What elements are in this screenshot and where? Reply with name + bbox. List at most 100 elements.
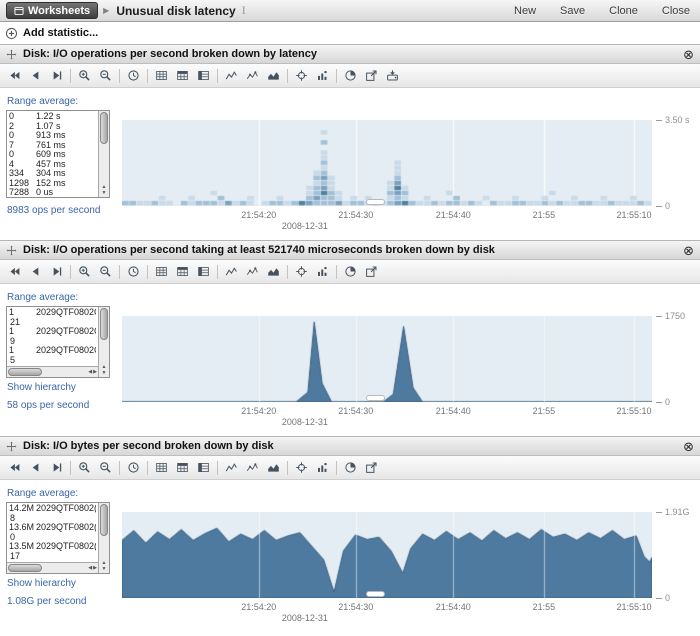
- time-axis-handle[interactable]: [366, 199, 385, 205]
- list-item[interactable]: 334304 ms: [9, 169, 96, 179]
- list-item[interactable]: 0913 ms: [9, 131, 96, 141]
- move-icon[interactable]: [6, 49, 17, 60]
- time-range-button[interactable]: [123, 67, 144, 85]
- chart-layered-button[interactable]: [263, 459, 284, 477]
- zoom-in-button[interactable]: [74, 67, 95, 85]
- worksheet-title[interactable]: Unusual disk latency: [116, 4, 235, 18]
- list-item[interactable]: 01.22 s: [9, 112, 96, 122]
- list-item-wrap[interactable]: 8: [9, 514, 96, 524]
- new-button[interactable]: New: [514, 5, 536, 17]
- export-button[interactable]: [361, 459, 382, 477]
- time-axis-handle[interactable]: [366, 395, 385, 401]
- scrollbar-arrows[interactable]: ▲▼: [99, 184, 109, 196]
- zoom-out-button[interactable]: [95, 263, 116, 281]
- scrollbar-arrows[interactable]: ▲▼: [99, 560, 109, 572]
- vertical-scrollbar[interactable]: ▲▼: [98, 307, 109, 377]
- time-range-button[interactable]: [123, 263, 144, 281]
- list-item[interactable]: 13.5M2029QTF0802(: [9, 542, 96, 552]
- breakdown-listbox[interactable]: ▲▼ ◀▶ 12029QTF0802QCK(2112029QTF0802QCK(…: [6, 306, 110, 378]
- latency-heatmap-chart[interactable]: [122, 120, 652, 206]
- chart-layered-button[interactable]: [263, 263, 284, 281]
- chart-line-button[interactable]: [221, 263, 242, 281]
- pan-right-button[interactable]: [46, 459, 67, 477]
- list-item[interactable]: 7761 ms: [9, 141, 96, 151]
- list-item[interactable]: 21.07 s: [9, 122, 96, 132]
- panel-close-icon[interactable]: ⊗: [683, 440, 694, 453]
- add-icon[interactable]: [5, 27, 18, 40]
- move-icon[interactable]: [6, 245, 17, 256]
- chart-interpolated-button[interactable]: [242, 459, 263, 477]
- list-item[interactable]: 12029QTF0802QCK(: [9, 327, 96, 337]
- step-back-button[interactable]: [4, 459, 25, 477]
- pan-right-button[interactable]: [46, 67, 67, 85]
- outliers-button[interactable]: [312, 459, 333, 477]
- list-item[interactable]: 72880 us: [9, 188, 96, 198]
- list-item[interactable]: 1298152 ms: [9, 179, 96, 189]
- list-item[interactable]: 12029QTF0802QCK(: [9, 308, 96, 318]
- horizontal-scrollbar[interactable]: ◀▶: [7, 366, 98, 377]
- pan-right-button[interactable]: [46, 263, 67, 281]
- list-item-wrap[interactable]: 9: [9, 337, 96, 347]
- time-axis-handle[interactable]: [366, 591, 385, 597]
- pie-button[interactable]: [340, 263, 361, 281]
- zoom-out-button[interactable]: [95, 67, 116, 85]
- scrollbar-thumb[interactable]: [100, 504, 108, 536]
- breakdown-listbox[interactable]: ▲▼ 01.22 s21.07 s0913 ms7761 ms0609 ms44…: [6, 110, 110, 198]
- list-item[interactable]: 12029QTF0802QCK(: [9, 346, 96, 356]
- pan-left-button[interactable]: [25, 67, 46, 85]
- table-values-button[interactable]: [151, 263, 172, 281]
- list-item-wrap[interactable]: 21: [9, 318, 96, 328]
- chart-line-button[interactable]: [221, 459, 242, 477]
- pan-left-button[interactable]: [25, 459, 46, 477]
- list-item[interactable]: 13.6M2029QTF0802(: [9, 523, 96, 533]
- panel-close-icon[interactable]: ⊗: [683, 244, 694, 257]
- scrollbar-arrows[interactable]: ▲▼: [99, 364, 109, 376]
- step-back-button[interactable]: [4, 263, 25, 281]
- close-button[interactable]: Close: [662, 5, 690, 17]
- pie-button[interactable]: [340, 459, 361, 477]
- show-hierarchy-link[interactable]: Show hierarchy: [7, 578, 116, 589]
- table-hierarchy-button[interactable]: [193, 67, 214, 85]
- show-hierarchy-link[interactable]: Show hierarchy: [7, 382, 116, 393]
- list-item-wrap[interactable]: 17: [9, 552, 96, 562]
- vertical-scrollbar[interactable]: ▲▼: [98, 503, 109, 573]
- pie-button[interactable]: [340, 67, 361, 85]
- table-hierarchy-button[interactable]: [193, 459, 214, 477]
- save-button[interactable]: Save: [560, 5, 585, 17]
- table-quantized-button[interactable]: [172, 67, 193, 85]
- chart-line-button[interactable]: [221, 67, 242, 85]
- scrollbar-arrows[interactable]: ◀▶: [88, 367, 97, 377]
- chart-interpolated-button[interactable]: [242, 263, 263, 281]
- clone-button[interactable]: Clone: [609, 5, 638, 17]
- export-button[interactable]: [361, 67, 382, 85]
- panel-close-icon[interactable]: ⊗: [683, 48, 694, 61]
- scrollbar-arrows[interactable]: ◀▶: [88, 563, 97, 573]
- step-back-button[interactable]: [4, 67, 25, 85]
- scrollbar-thumb[interactable]: [8, 564, 42, 572]
- list-item[interactable]: 14.2M2029QTF0802(: [9, 504, 96, 514]
- move-icon[interactable]: [6, 441, 17, 452]
- export-button[interactable]: [361, 263, 382, 281]
- scrollbar-thumb[interactable]: [100, 112, 108, 144]
- list-item-wrap[interactable]: 0: [9, 533, 96, 543]
- vertical-scrollbar[interactable]: ▲▼: [98, 111, 109, 197]
- table-quantized-button[interactable]: [172, 459, 193, 477]
- outliers-button[interactable]: [312, 67, 333, 85]
- chart-layered-button[interactable]: [263, 67, 284, 85]
- horizontal-scrollbar[interactable]: ◀▶: [7, 562, 98, 573]
- zoom-out-button[interactable]: [95, 459, 116, 477]
- time-range-button[interactable]: [123, 459, 144, 477]
- list-item[interactable]: 4457 ms: [9, 160, 96, 170]
- add-statistic-label[interactable]: Add statistic...: [23, 27, 98, 39]
- worksheets-button[interactable]: Worksheets: [6, 2, 98, 19]
- scrollbar-thumb[interactable]: [100, 308, 108, 340]
- crosshair-button[interactable]: [291, 67, 312, 85]
- table-values-button[interactable]: [151, 459, 172, 477]
- zoom-in-button[interactable]: [74, 459, 95, 477]
- outliers-button[interactable]: [312, 263, 333, 281]
- scrollbar-thumb[interactable]: [8, 368, 42, 376]
- pan-left-button[interactable]: [25, 263, 46, 281]
- ops-spike-chart[interactable]: [122, 316, 652, 402]
- chart-interpolated-button[interactable]: [242, 67, 263, 85]
- zoom-in-button[interactable]: [74, 263, 95, 281]
